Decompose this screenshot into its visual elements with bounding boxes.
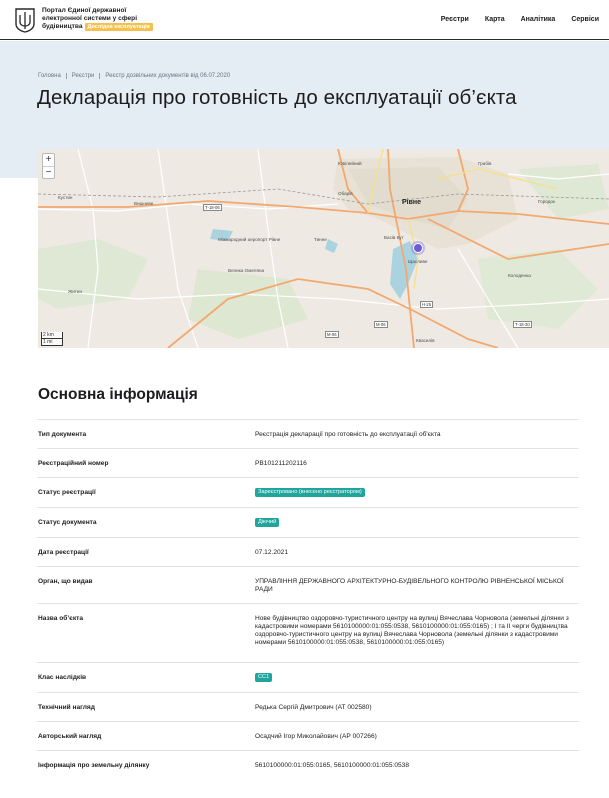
map-scale-bar: 2 km 1 mi [41,332,63,346]
info-key: Назва об’єкта [38,615,84,622]
breadcrumb-home[interactable]: Головна [38,73,61,79]
map-label: Ювілейний [338,161,362,166]
info-value: Нове будівництво оздоровчо-туристичного … [255,615,569,646]
map-label: Квасилів [416,338,435,343]
info-key: Орган, що видав [38,578,93,585]
portal-brand[interactable]: Портал Єдиної державної електронної сист… [42,7,162,32]
object-location-marker-core[interactable] [413,243,423,253]
info-table: Тип документа Реєстрація декларації про … [37,419,579,779]
beta-badge: Дослідна експлуатація [84,23,153,32]
info-row-land-plot: Інформація про земельну ділянку 56101000… [37,750,579,779]
info-value: Осадчий Ігор Миколайович (АР 007266) [255,733,377,740]
info-key: Статус реєстрації [38,489,96,496]
map-zoom-control: + − [42,153,55,179]
info-row-doc-type: Тип документа Реєстрація декларації про … [37,419,579,448]
zoom-out-button[interactable]: − [43,166,54,178]
info-row-consequence-class: Клас наслідків СС1 [37,662,579,692]
info-row-reg-status: Статус реєстрації Зареєстровано (внесено… [37,477,579,507]
section-title-main-info: Основна інформація [38,386,198,403]
info-row-reg-date: Дата реєстрації 07.12.2021 [37,537,579,566]
map-label: Обарів [338,191,353,196]
road-tag: Т-18-30 [513,321,532,328]
map-label: Колоденка [508,273,531,278]
map-label: Велика Омеляна [228,268,265,273]
info-key: Технічний нагляд [38,704,95,711]
info-row-object-name: Назва об’єкта Нове будівництво оздоровчо… [37,603,579,662]
map-label: Городок [538,199,555,204]
map-label: Грабів [478,161,492,166]
map-label: Вишневе [134,201,154,206]
breadcrumb-separator [99,73,101,79]
status-badge: СС1 [255,673,273,682]
zoom-in-button[interactable]: + [43,154,54,166]
info-row-issuer: Орган, що видав УПРАВЛІННЯ ДЕРЖАВНОГО АР… [37,566,579,603]
breadcrumb-permits-registry[interactable]: Реєстр дозвільних документів від 06.07.2… [105,73,230,79]
map-label: Щасливе [408,259,428,264]
trident-coat-of-arms-icon[interactable] [14,7,36,33]
page-title: Декларація про готовність до експлуатаці… [37,86,517,109]
breadcrumb: Головна Реєстри Реєстр дозвільних докуме… [38,73,230,79]
info-row-author-supervision: Авторський нагляд Осадчий Ігор Миколайов… [37,721,579,750]
scale-km: 2 km [41,332,63,339]
brand-line-3: будівництва [42,23,83,31]
breadcrumb-separator [65,73,67,79]
breadcrumb-registries[interactable]: Реєстри [72,73,95,79]
info-value: Реєстрація декларації про готовність до … [255,431,441,438]
info-row-reg-number: Реєстраційний номер РВ101211202116 [37,448,579,477]
nav-map[interactable]: Карта [485,16,505,23]
map-label: Кустин [58,195,73,200]
info-value: Редька Сергій Дмитрович (АТ 002580) [255,704,372,711]
info-key: Реєстраційний номер [38,460,109,467]
map-label-airport: Міжнародний аеропорт Рівне [218,237,281,242]
main-nav: Реєстри Карта Аналітика Сервіси [441,16,599,23]
info-row-tech-supervision: Технічний нагляд Редька Сергій Дмитрович… [37,692,579,721]
info-value: 07.12.2021 [255,549,289,556]
map-label: Житин [68,289,83,294]
location-map[interactable]: + − Рівне Ювілейний Грабів Велика Омелян… [38,149,609,348]
road-tag: Т-18-06 [203,204,222,211]
info-key: Клас наслідків [38,674,87,681]
map-label-rivne: Рівне [402,199,422,206]
scale-mi: 1 mi [41,339,63,346]
map-label: Басів Кут [384,235,404,240]
info-key: Статус документа [38,519,97,526]
road-tag: М-06 [374,321,388,328]
nav-services[interactable]: Сервіси [571,16,599,23]
status-badge: Зареєстровано (внесено реєстратором) [255,488,365,497]
info-value: РВ101211202116 [255,460,307,467]
map-canvas[interactable] [38,149,609,348]
top-header: Портал Єдиної державної електронної сист… [0,0,609,40]
status-badge: Діючий [255,518,280,527]
info-row-doc-status: Статус документа Діючий [37,507,579,537]
road-tag: Н-25 [420,301,434,308]
info-value: УПРАВЛІННЯ ДЕРЖАВНОГО АРХІТЕКТУРНО-БУДІВ… [255,578,564,593]
brand-line-1: Портал Єдиної державної [42,7,127,14]
info-value: 5610100000:01:055:0165, 5610100000:01:05… [255,762,410,769]
map-label: Тинне [314,237,327,242]
road-tag: М-06 [325,331,339,338]
info-key: Дата реєстрації [38,549,89,556]
nav-registries[interactable]: Реєстри [441,16,469,23]
info-key: Авторський нагляд [38,733,102,740]
nav-analytics[interactable]: Аналітика [521,16,556,23]
info-key: Інформація про земельну ділянку [38,762,150,769]
info-key: Тип документа [38,431,87,438]
